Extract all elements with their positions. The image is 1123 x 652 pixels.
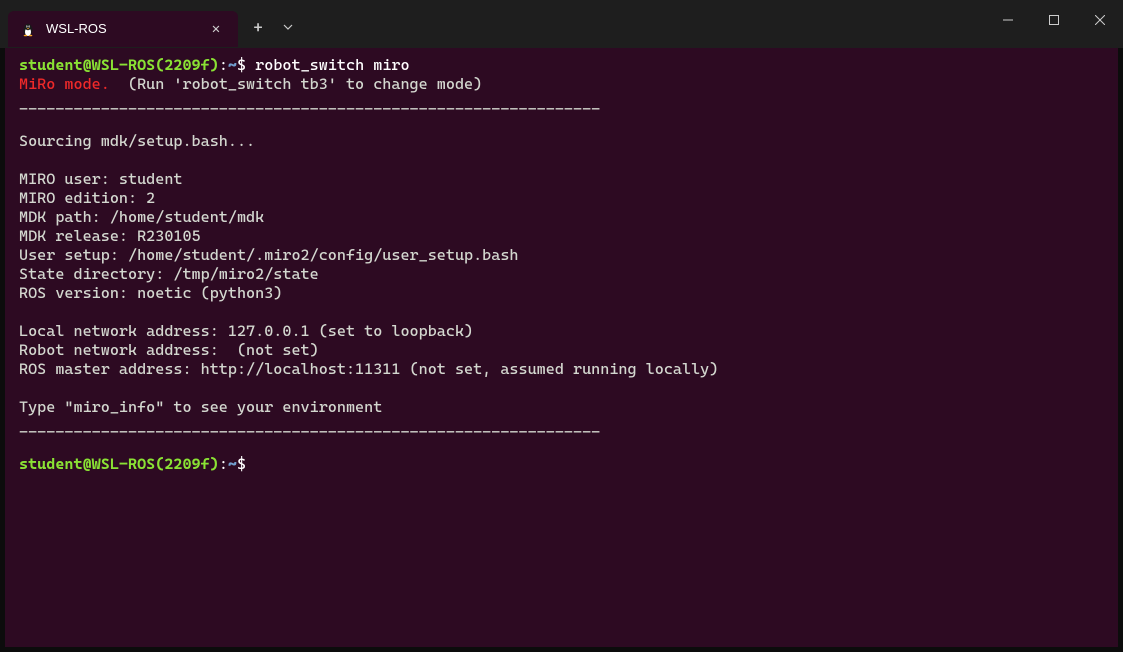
- tab-close-button[interactable]: ✕: [206, 19, 226, 39]
- terminal-line: MiRo mode. (Run 'robot_switch tb3' to ch…: [19, 75, 1104, 94]
- chevron-down-icon: [283, 22, 293, 32]
- terminal-line: MIRO edition: 2: [19, 189, 1104, 208]
- prompt-dollar: $: [237, 56, 255, 74]
- close-button[interactable]: [1077, 0, 1123, 40]
- profile-dropdown-button[interactable]: [274, 11, 302, 43]
- terminal-line: ROS master address: http://localhost:113…: [19, 360, 1104, 379]
- output-text: (Run 'robot_switch tb3' to change mode): [110, 75, 482, 93]
- command-text: robot_switch miro: [255, 56, 409, 74]
- terminal-line: Local network address: 127.0.0.1 (set to…: [19, 322, 1104, 341]
- terminal-line: State directory: /tmp/miro2/state: [19, 265, 1104, 284]
- tab-title: WSL-ROS: [46, 21, 206, 36]
- tabs-container: WSL-ROS ✕ +: [0, 0, 302, 48]
- prompt-dollar: $: [237, 455, 246, 473]
- terminal-line: Robot network address: (not set): [19, 341, 1104, 360]
- minimize-icon: [1003, 15, 1013, 25]
- terminal-line: Sourcing mdk/setup.bash...: [19, 132, 1104, 151]
- prompt-user: student@WSL-ROS(2209f): [19, 455, 219, 473]
- terminal-line: MDK release: R230105: [19, 227, 1104, 246]
- terminal-line: [19, 436, 1104, 455]
- terminal-line: User setup: /home/student/.miro2/config/…: [19, 246, 1104, 265]
- terminal-line: ________________________________________…: [19, 417, 1104, 436]
- titlebar: WSL-ROS ✕ +: [0, 0, 1123, 48]
- terminal-line: MDK path: /home/student/mdk: [19, 208, 1104, 227]
- terminal-line: ROS version: noetic (python3): [19, 284, 1104, 303]
- close-icon: [1095, 15, 1105, 25]
- prompt-colon: :: [219, 455, 228, 473]
- terminal-line: [19, 113, 1104, 132]
- penguin-icon: [20, 21, 36, 37]
- terminal-line: student@WSL-ROS(2209f):~$ robot_switch m…: [19, 56, 1104, 75]
- maximize-button[interactable]: [1031, 0, 1077, 40]
- prompt-colon: :: [219, 56, 228, 74]
- new-tab-button[interactable]: +: [242, 11, 274, 43]
- terminal-line: [19, 379, 1104, 398]
- maximize-icon: [1049, 15, 1059, 25]
- terminal-line: ________________________________________…: [19, 94, 1104, 113]
- prompt-user: student@WSL-ROS(2209f): [19, 56, 219, 74]
- terminal-line: Type "miro_info" to see your environment: [19, 398, 1104, 417]
- terminal-content[interactable]: student@WSL-ROS(2209f):~$ robot_switch m…: [5, 48, 1118, 647]
- miro-mode-text: MiRo mode.: [19, 75, 110, 93]
- terminal-line: [19, 303, 1104, 322]
- terminal-tab[interactable]: WSL-ROS ✕: [8, 11, 238, 47]
- prompt-path: ~: [228, 455, 237, 473]
- window-controls: [985, 0, 1123, 40]
- terminal-window: WSL-ROS ✕ +: [0, 0, 1123, 652]
- minimize-button[interactable]: [985, 0, 1031, 40]
- terminal-line: student@WSL-ROS(2209f):~$: [19, 455, 1104, 474]
- prompt-path: ~: [228, 56, 237, 74]
- terminal-line: MIRO user: student: [19, 170, 1104, 189]
- terminal-line: [19, 151, 1104, 170]
